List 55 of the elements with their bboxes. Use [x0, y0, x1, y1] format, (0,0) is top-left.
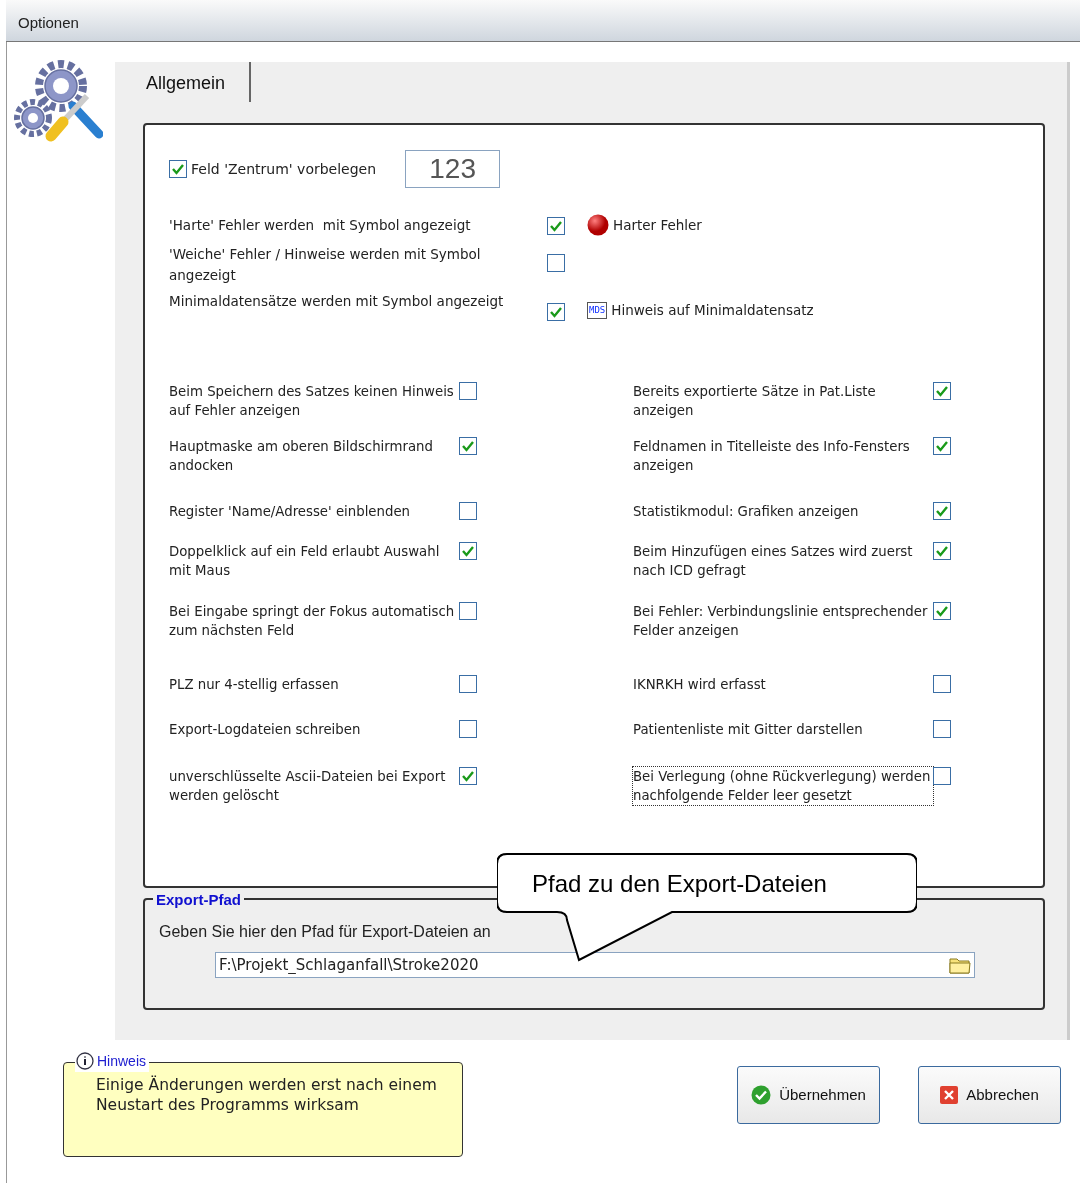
option-label: Register 'Name/Adresse' einblenden — [169, 503, 410, 521]
check-icon — [751, 1085, 772, 1105]
checkbox[interactable] — [933, 767, 951, 785]
option-label: Hauptmaske am oberen Bildschirmrand andocken — [169, 438, 434, 475]
option-label: Patientenliste mit Gitter darstellen — [633, 721, 863, 739]
callout-text: Pfad zu den Export-Dateien — [532, 869, 827, 899]
notice-text: Einige Änderungen werden erst nach einem Neustart des Programms wirksam — [96, 1075, 438, 1115]
path-field[interactable]: F:\Projekt_Schlaganfall\Stroke2020 — [215, 952, 975, 978]
checkbox-label: Feld 'Zentrum' vorbelegen — [191, 159, 377, 179]
checkbox[interactable] — [459, 437, 477, 455]
option-label: 'Weiche' Fehler / Hinweise werden mit Symbol angezeigt — [169, 246, 482, 283]
option-label: Feldnamen in Titelleiste des Info-Fensters anzeigen — [633, 438, 911, 475]
option-label: 'Harte' Fehler werden mit Symbol angezeigt — [169, 217, 471, 233]
checkbox[interactable] — [459, 602, 477, 620]
checkbox[interactable] — [933, 502, 951, 520]
checkbox[interactable] — [547, 254, 565, 273]
option-label: PLZ nur 4-stellig erfassen — [169, 676, 339, 694]
legend-label: Hinweis auf Minimaldatensatz — [611, 301, 814, 321]
window-title: Optionen — [6, 0, 1080, 42]
cancel-button[interactable]: Abbrechen — [918, 1066, 1061, 1124]
checkbox[interactable] — [459, 767, 477, 785]
option-label: Bei Eingabe springt der Fokus automatisch zum nächsten Feld — [169, 603, 456, 640]
field-label: Geben Sie hier den Pfad für Export-Dateien an — [159, 922, 492, 942]
close-icon — [940, 1086, 959, 1104]
option-label: Minimaldatensätze werden mit Symbol angezeigt — [169, 292, 504, 309]
checkbox[interactable] — [933, 675, 951, 693]
option-label: Bei Fehler: Verbindungslinie entsprechender Felder anzeigen — [633, 603, 929, 640]
checkbox[interactable] — [547, 217, 565, 235]
checkbox[interactable] — [933, 602, 951, 620]
option-label: unverschlüsselte Ascii-Dateien bei Export werden gelöscht — [169, 768, 447, 805]
checkbox[interactable] — [547, 302, 565, 321]
checkbox[interactable] — [933, 437, 951, 455]
checkbox[interactable] — [459, 542, 477, 560]
option-label: Beim Hinzufügen eines Satzes wird zuerst nach ICD gefragt — [633, 543, 914, 580]
apply-button[interactable]: Übernehmen — [737, 1066, 880, 1124]
option-label: Beim Speichern des Satzes keinen Hinweis auf Fehler anzeigen — [169, 383, 455, 420]
checkbox[interactable] — [933, 542, 951, 560]
checkbox[interactable] — [933, 382, 951, 400]
checkbox[interactable] — [169, 160, 187, 178]
group-legend: Hinweis — [97, 1051, 146, 1072]
option-label: Statistikmodul: Grafiken anzeigen — [633, 503, 859, 521]
checkbox[interactable] — [459, 502, 477, 520]
checkbox[interactable] — [459, 382, 477, 400]
option-label: Bei Verlegung (ohne Rückverlegung) werden nachfolgende Felder leer gesetzt — [633, 767, 933, 805]
error-ball-icon — [587, 213, 609, 236]
checkbox[interactable] — [459, 675, 477, 693]
checkbox[interactable] — [459, 720, 477, 738]
option-label: Bereits exportierte Sätze in Pat.Liste anzeigen — [633, 383, 877, 420]
mds-badge: MDS — [587, 301, 608, 319]
checkbox[interactable] — [933, 720, 951, 738]
legend-label: Harter Fehler — [613, 215, 702, 235]
option-label: IKNRKH wird erfasst — [633, 676, 766, 694]
number-field[interactable]: 123 — [405, 150, 501, 188]
option-label: Export-Logdateien schreiben — [169, 721, 361, 739]
option-label: Doppelklick auf ein Feld erlaubt Auswahl mit Maus — [169, 543, 441, 580]
